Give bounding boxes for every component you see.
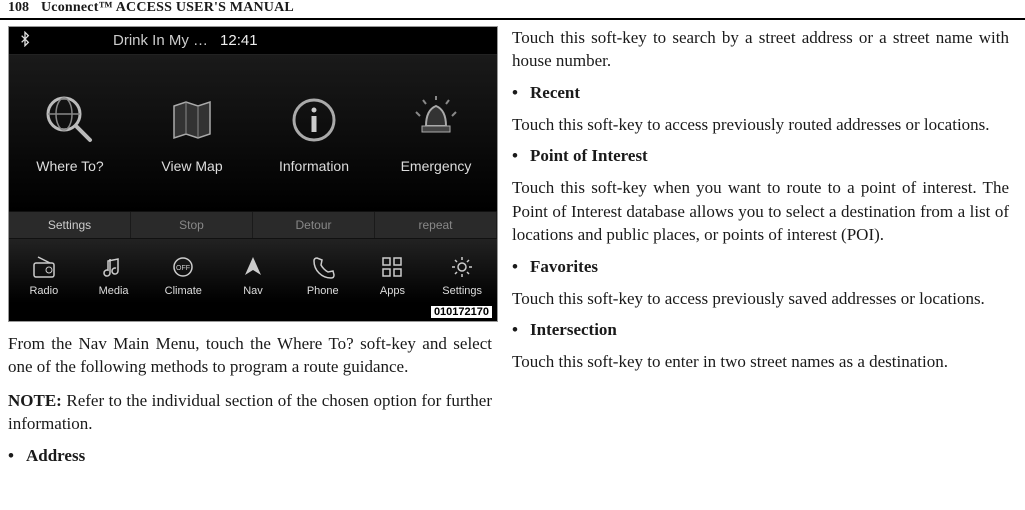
info-icon [286,92,342,148]
note-label: NOTE: [8,391,62,410]
bot-btn-label: Apps [380,285,405,297]
bullet-text: Recent [530,83,580,103]
bot-btn-nav[interactable]: Nav [218,245,288,303]
mid-btn-repeat[interactable]: repeat [375,212,497,238]
para-address: Touch this soft-key to search by a stree… [512,26,1009,73]
bullet-text: Point of Interest [530,146,648,166]
para-intersection: Touch this soft-key to enter in two stre… [512,350,1009,373]
gear-icon [447,252,477,282]
bot-btn-phone[interactable]: Phone [288,245,358,303]
bullet-recent: • Recent [512,83,1009,103]
bot-btn-label: Radio [29,285,58,297]
mid-btn-label: repeat [418,218,452,232]
image-id-label: 010172170 [430,305,493,319]
bullet-dot: • [512,83,530,103]
nav-icon [238,252,268,282]
bot-btn-label: Phone [307,285,339,297]
tile-information[interactable]: Information [253,55,375,211]
page-header: 108 Uconnect™ ACCESS USER'S MANUAL [0,0,1025,20]
bullet-text: Intersection [530,320,617,340]
map-icon [164,92,220,148]
intro-paragraph: From the Nav Main Menu, touch the Where … [8,332,492,379]
tile-label: Where To? [36,158,103,174]
mid-btn-settings[interactable]: Settings [9,212,131,238]
magnifier-globe-icon [42,92,98,148]
apps-icon [377,252,407,282]
bullet-intersection: • Intersection [512,320,1009,340]
bot-btn-settings[interactable]: Settings [427,245,497,303]
bullet-text: Favorites [530,257,598,277]
bullet-poi: • Point of Interest [512,146,1009,166]
note-text: Refer to the individual section of the c… [8,391,492,433]
bullet-favorites: • Favorites [512,257,1009,277]
bot-btn-radio[interactable]: Radio [9,245,79,303]
tile-view-map[interactable]: View Map [131,55,253,211]
bot-btn-apps[interactable]: Apps [358,245,428,303]
left-column: Drink In My … 12:41 Where To? [8,26,508,466]
bullet-dot: • [512,146,530,166]
bluetooth-icon [17,31,39,51]
status-bar: Drink In My … 12:41 [9,27,497,55]
page-number: 108 [8,0,29,16]
bullet-dot: • [8,446,26,466]
para-poi: Touch this soft-key when you want to rou… [512,176,1009,246]
bullet-address: • Address [8,446,492,466]
note-paragraph: NOTE: Refer to the individual section of… [8,389,492,436]
bot-btn-label: Nav [243,285,263,297]
right-column: Touch this soft-key to search by a stree… [508,26,1009,466]
main-menu-row: Where To? View Map [9,55,497,211]
tile-emergency[interactable]: Emergency [375,55,497,211]
bullet-text: Address [26,446,85,466]
bot-btn-label: Media [99,285,129,297]
bullet-dot: • [512,320,530,340]
mid-btn-label: Settings [48,218,91,232]
tile-where-to[interactable]: Where To? [9,55,131,211]
bot-btn-label: Climate [165,285,202,297]
content-wrapper: Drink In My … 12:41 Where To? [0,20,1025,466]
svg-text:OFF: OFF [176,265,190,272]
phone-icon [308,252,338,282]
mid-btn-label: Detour [295,218,331,232]
mid-button-row: Settings Stop Detour repeat [9,211,497,239]
tile-label: Emergency [401,158,472,174]
para-favorites: Touch this soft-key to access previously… [512,287,1009,310]
tile-label: Information [279,158,349,174]
header-title: Uconnect™ ACCESS USER'S MANUAL [41,0,294,16]
emergency-icon [408,92,464,148]
bot-btn-climate[interactable]: OFF Climate [148,245,218,303]
tile-label: View Map [161,158,222,174]
mid-btn-label: Stop [179,218,204,232]
nav-screenshot: Drink In My … 12:41 Where To? [8,26,498,322]
para-recent: Touch this soft-key to access previously… [512,113,1009,136]
bot-btn-media[interactable]: Media [79,245,149,303]
status-song-title: Drink In My … [113,32,208,49]
bot-btn-label: Settings [442,285,482,297]
bottom-button-row: Radio Media OFF Climate [9,239,497,303]
climate-icon: OFF [168,252,198,282]
mid-btn-detour[interactable]: Detour [253,212,375,238]
mid-btn-stop[interactable]: Stop [131,212,253,238]
media-icon [99,252,129,282]
status-time: 12:41 [220,32,258,49]
bullet-dot: • [512,257,530,277]
radio-icon [29,252,59,282]
